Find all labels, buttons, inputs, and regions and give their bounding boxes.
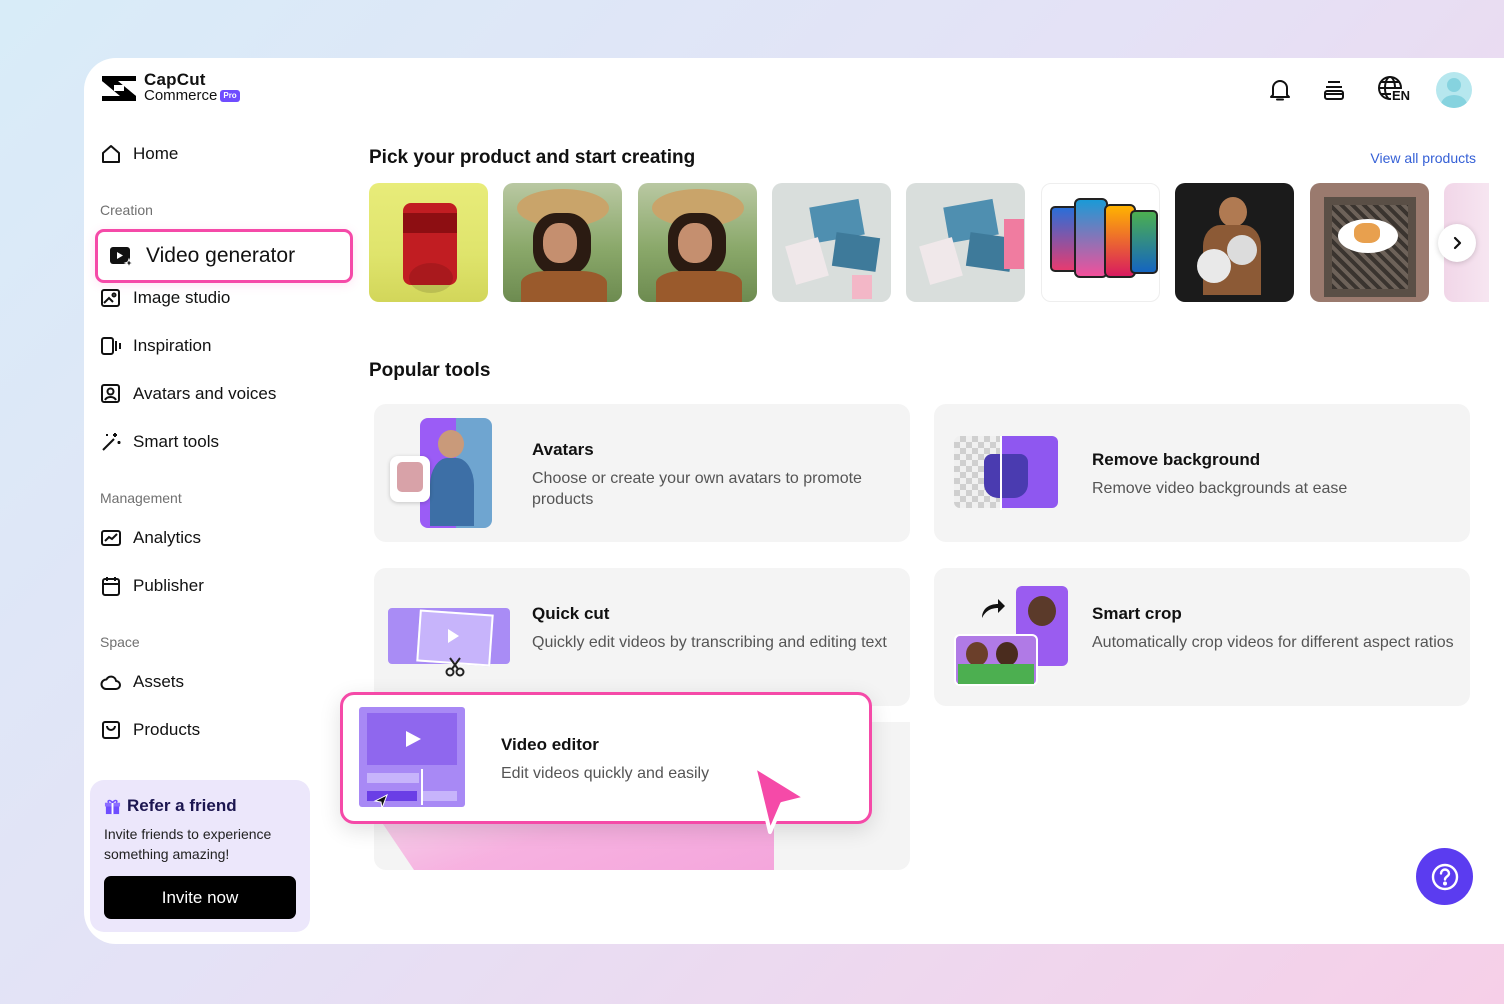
chevron-right-icon [1453,236,1462,250]
calendar-icon [102,577,120,596]
tool-description: Remove video backgrounds at ease [1092,480,1348,497]
app-window: CapCut Commerce Pro EN Home Creation Vid… [84,58,1504,944]
cloud-icon [100,675,121,690]
play-icon [406,731,421,747]
product-carousel [369,183,1489,303]
magic-wand-icon [102,433,121,451]
product-thumbnail[interactable] [1310,183,1429,302]
tool-title: Quick cut [532,604,610,623]
sidebar-item-label: Video generator [146,244,296,267]
product-thumbnail[interactable] [503,183,622,302]
product-box-icon [102,721,120,739]
tool-card-avatars[interactable]: Avatars Choose or create your own avatar… [374,404,910,542]
sidebar-item-inspiration[interactable]: Inspiration [100,331,211,361]
capcut-logo-icon [102,76,136,101]
gift-icon [104,799,121,814]
tool-title: Video editor [501,735,599,754]
image-sparkle-icon [101,289,120,307]
sidebar-item-label: Smart tools [133,432,219,451]
product-thumbnail[interactable] [1041,183,1160,302]
carousel-next-button[interactable] [1438,224,1476,262]
user-avatar[interactable] [1436,72,1472,108]
product-thumbnail[interactable] [772,183,891,302]
sidebar-item-label: Image studio [133,288,231,307]
help-button[interactable] [1416,848,1473,905]
capcut-logo[interactable]: CapCut Commerce Pro [100,70,240,104]
tool-title: Smart crop [1092,604,1182,623]
refer-description: Invite friends to experience something a… [104,826,272,862]
tray-icon[interactable] [1320,76,1348,104]
sidebar-item-video-generator[interactable]: Video generator [95,229,353,283]
sidebar-item-analytics[interactable]: Analytics [100,523,201,553]
tool-description: Quickly edit videos by transcribing and … [532,634,887,651]
product-thumbnail[interactable] [906,183,1025,302]
tool-card-remove-background[interactable]: Remove background Remove video backgroun… [934,404,1470,542]
sidebar-item-products[interactable]: Products [100,715,200,745]
analytics-icon [101,530,121,546]
logo-line1: CapCut [144,70,206,89]
section-label-management: Management [100,490,182,506]
sidebar-item-label: Analytics [133,528,202,547]
product-thumbnail[interactable] [369,183,488,302]
sidebar-item-assets[interactable]: Assets [100,667,184,697]
quick-cut-illustration [388,608,512,678]
redo-arrow-icon [982,599,1005,618]
scissors-icon [445,657,465,677]
tool-card-quick-cut[interactable]: Quick cut Quickly edit videos by transcr… [374,568,910,706]
popular-tools-title: Popular tools [369,360,491,381]
video-sparkle-icon [110,247,134,269]
sidebar-item-label: Avatars and voices [133,384,277,403]
products-section-title: Pick your product and start creating [369,147,696,168]
product-thumbnail[interactable] [1175,183,1294,302]
header-toolbar: EN [1266,72,1472,108]
language-globe-icon[interactable]: EN [1374,76,1412,104]
refer-title: Refer a friend [127,796,237,815]
sidebar-item-label: Home [133,144,179,163]
logo-line2: Commerce [144,87,218,104]
remove-background-illustration [954,436,1064,510]
tool-title: Avatars [532,440,594,459]
question-icon [1431,863,1458,890]
pointer-cursor-icon [752,764,808,834]
avatars-illustration [390,418,510,530]
bell-icon[interactable] [1266,76,1294,104]
tool-description: Choose or create your own avatars to pro… [532,470,862,508]
inspiration-icon [101,337,121,355]
tool-description: Automatically crop videos for different … [1092,634,1454,651]
sidebar: Home Creation Video generator Image stud… [84,128,354,944]
sidebar-item-smart-tools[interactable]: Smart tools [100,427,219,457]
section-label-creation: Creation [100,202,153,218]
sidebar-item-avatars-voices[interactable]: Avatars and voices [100,379,276,409]
section-label-space: Space [100,634,140,650]
language-code: EN [1391,88,1412,103]
sidebar-item-image-studio[interactable]: Image studio [100,283,230,313]
refer-card: Refer a friend Invite friends to experie… [90,780,310,932]
tool-description: Edit videos quickly and easily [501,765,710,782]
pro-badge: Pro [220,90,240,102]
sidebar-item-label: Products [133,720,201,739]
smart-crop-illustration [954,586,1074,690]
tool-card-smart-crop[interactable]: Smart crop Automatically crop videos for… [934,568,1470,706]
video-editor-illustration [359,707,467,809]
sidebar-item-home[interactable]: Home [100,139,178,169]
sidebar-item-label: Publisher [133,576,204,595]
sidebar-item-label: Assets [133,672,185,691]
cursor-small-icon [373,793,388,809]
view-all-products-link[interactable]: View all products [1370,150,1476,166]
tool-title: Remove background [1092,450,1261,469]
product-thumbnail[interactable] [638,183,757,302]
home-icon [102,145,120,163]
sidebar-item-label: Inspiration [133,336,212,355]
avatar-voice-icon [101,384,120,403]
sidebar-item-publisher[interactable]: Publisher [100,571,204,601]
invite-now-button[interactable]: Invite now [104,876,296,919]
